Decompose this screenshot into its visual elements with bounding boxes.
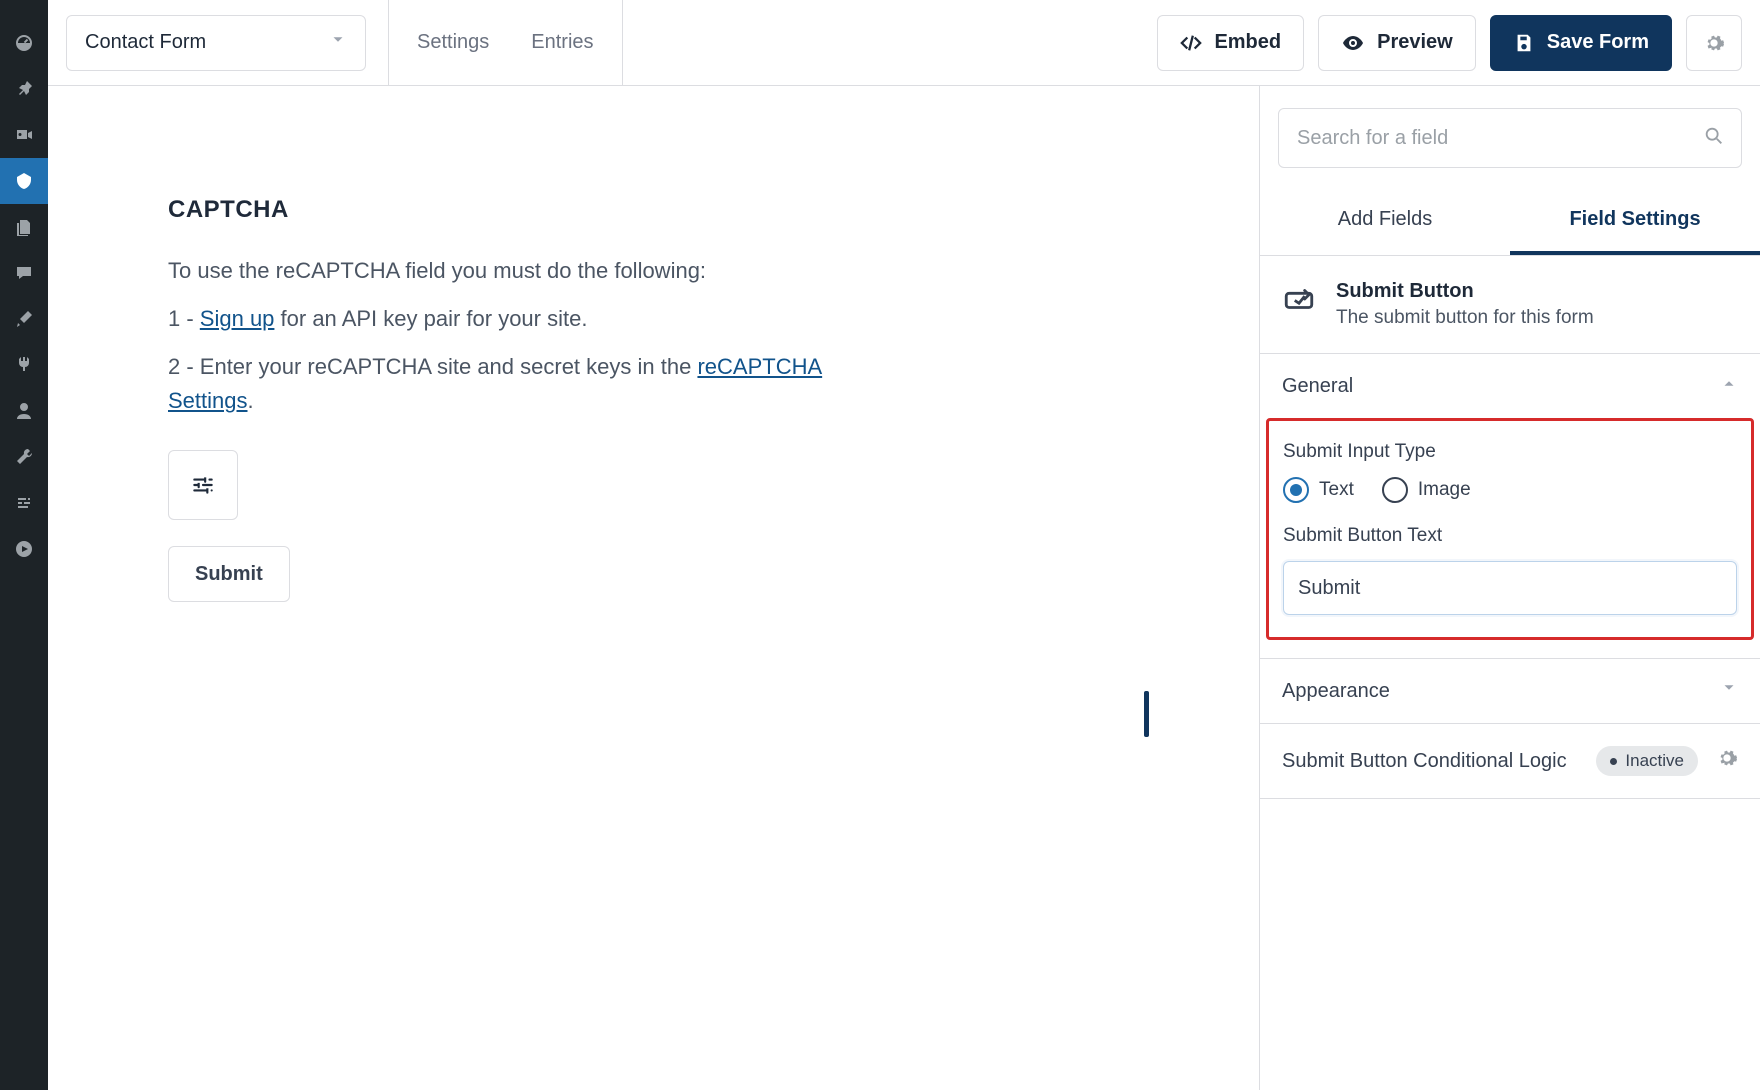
form-canvas: CAPTCHA To use the reCAPTCHA field you m… [48, 86, 1260, 1090]
form-toolbar: Contact Form Settings Entries Embed Prev… [48, 0, 1760, 86]
divider [388, 0, 389, 86]
embed-label: Embed [1214, 31, 1281, 54]
field-search[interactable] [1278, 108, 1742, 168]
chevron-down-icon [1720, 679, 1738, 703]
submit-button-text-label: Submit Button Text [1283, 525, 1737, 547]
radio-unselected-icon [1382, 477, 1408, 503]
media-icon[interactable] [0, 112, 48, 158]
cond-logic-label: Submit Button Conditional Logic [1282, 750, 1567, 773]
radio-text[interactable]: Text [1283, 477, 1354, 503]
form-selector-label: Contact Form [85, 31, 206, 54]
captcha-intro: To use the reCAPTCHA field you must do t… [168, 254, 888, 288]
submit-button-text-input[interactable] [1283, 561, 1737, 615]
sidebar-panel: Add Fields Field Settings Submit Button … [1260, 86, 1760, 1090]
save-form-button[interactable]: Save Form [1490, 15, 1672, 71]
forms-icon[interactable] [0, 158, 48, 204]
radio-text-label: Text [1319, 479, 1354, 501]
tools-icon[interactable] [0, 434, 48, 480]
plugins-icon[interactable] [0, 342, 48, 388]
submit-input-type-label: Submit Input Type [1283, 441, 1737, 463]
field-desc: The submit button for this form [1336, 307, 1594, 329]
section-appearance-label: Appearance [1282, 680, 1390, 703]
captcha-step-2: 2 - Enter your reCAPTCHA site and secret… [168, 350, 888, 418]
play-icon[interactable] [0, 526, 48, 572]
code-icon [1180, 32, 1202, 54]
dot-icon [1610, 758, 1617, 765]
section-appearance: Appearance [1260, 659, 1760, 724]
status-pill: Inactive [1596, 746, 1698, 776]
section-appearance-head[interactable]: Appearance [1260, 659, 1760, 723]
chevron-down-icon [329, 31, 347, 55]
panel-tabs: Add Fields Field Settings [1260, 188, 1760, 256]
highlighted-settings: Submit Input Type Text Image Submit Butt… [1266, 418, 1754, 640]
divider [622, 0, 623, 86]
settings-icon[interactable] [0, 480, 48, 526]
insertion-caret [1144, 691, 1149, 737]
form-settings-button[interactable] [1686, 15, 1742, 71]
radio-image-label: Image [1418, 479, 1471, 501]
captcha-heading: CAPTCHA [168, 196, 888, 224]
pages-icon[interactable] [0, 204, 48, 250]
submit-field-icon [1282, 282, 1316, 316]
preview-button[interactable]: Preview [1318, 15, 1476, 71]
sliders-icon [190, 472, 216, 498]
brush-icon[interactable] [0, 296, 48, 342]
chevron-up-icon [1720, 374, 1738, 398]
search-input[interactable] [1295, 126, 1703, 151]
radio-selected-icon [1283, 477, 1309, 503]
section-general: General Submit Input Type Text Image [1260, 354, 1760, 659]
field-header: Submit Button The submit button for this… [1260, 256, 1760, 354]
tab-field-settings[interactable]: Field Settings [1510, 188, 1760, 255]
users-icon[interactable] [0, 388, 48, 434]
gear-icon[interactable] [1716, 747, 1738, 775]
comments-icon[interactable] [0, 250, 48, 296]
tab-add-fields[interactable]: Add Fields [1260, 188, 1510, 255]
tab-entries[interactable]: Entries [525, 31, 599, 54]
form-selector[interactable]: Contact Form [66, 15, 366, 71]
field-title: Submit Button [1336, 280, 1594, 303]
submit-type-radios: Text Image [1283, 477, 1737, 503]
section-general-head[interactable]: General [1260, 354, 1760, 418]
save-icon [1513, 32, 1535, 54]
gear-icon [1703, 32, 1725, 54]
submit-button-preview[interactable]: Submit [168, 546, 290, 602]
signup-link[interactable]: Sign up [200, 306, 275, 331]
embed-button[interactable]: Embed [1157, 15, 1304, 71]
dashboard-icon[interactable] [0, 20, 48, 66]
radio-image[interactable]: Image [1382, 477, 1471, 503]
tab-settings[interactable]: Settings [411, 31, 495, 54]
wp-admin-sidebar [0, 0, 48, 1090]
preview-label: Preview [1377, 31, 1453, 54]
section-conditional-logic[interactable]: Submit Button Conditional Logic Inactive [1260, 724, 1760, 799]
field-settings-toggle[interactable] [168, 450, 238, 520]
section-general-label: General [1282, 375, 1353, 398]
captcha-step-1: 1 - Sign up for an API key pair for your… [168, 302, 888, 336]
search-icon [1703, 125, 1725, 152]
pin-icon[interactable] [0, 66, 48, 112]
eye-icon [1341, 31, 1365, 55]
save-label: Save Form [1547, 31, 1649, 54]
